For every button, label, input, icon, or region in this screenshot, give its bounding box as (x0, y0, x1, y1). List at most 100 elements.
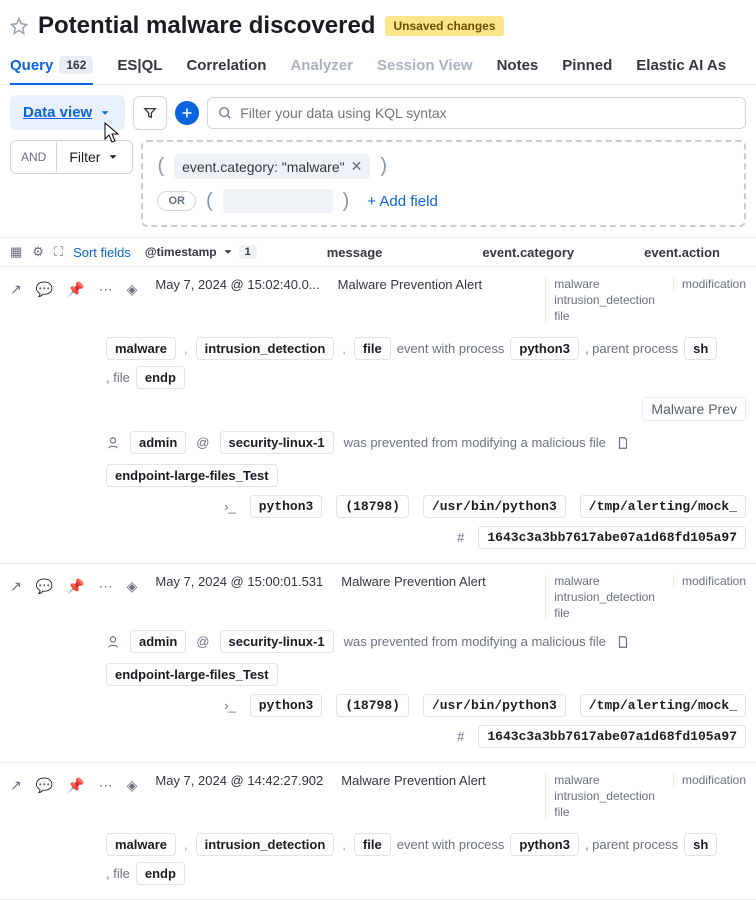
paren-open: ( (206, 190, 213, 213)
tag-pill[interactable]: intrusion_detection (196, 833, 335, 856)
tab-analyzer[interactable]: Analyzer (290, 48, 353, 84)
parent-process-pill[interactable]: sh (684, 337, 717, 360)
tab-query[interactable]: Query 162 (10, 48, 93, 84)
cat-value: intrusion_detection (554, 789, 655, 803)
tab-label: Query (10, 57, 53, 74)
funnel-icon (143, 106, 157, 120)
expand-icon[interactable]: ↗ (10, 281, 22, 298)
filename-pill[interactable]: endpoint-large-files_Test (106, 464, 278, 487)
user-pill[interactable]: admin (130, 630, 186, 653)
tab-elastic-ai[interactable]: Elastic AI As (636, 48, 726, 84)
event-action: modification (673, 574, 746, 588)
tab-esql[interactable]: ES|QL (117, 48, 162, 84)
favorite-star-icon[interactable] (10, 17, 28, 35)
sort-fields-link[interactable]: Sort fields (73, 245, 131, 260)
user-icon (106, 635, 120, 649)
filter-dropdown[interactable]: Filter (57, 141, 132, 173)
cube-icon[interactable]: ◈ (127, 578, 138, 595)
pid-pill[interactable]: (18798) (336, 495, 409, 518)
expand-icon[interactable]: ↗ (10, 777, 22, 794)
event-timestamp: May 7, 2024 @ 15:02:40.0... (155, 277, 319, 292)
col-timestamp[interactable]: @timestamp (145, 245, 217, 259)
fullscreen-icon[interactable]: ⛶ (54, 244, 63, 260)
cube-icon[interactable]: ◈ (127, 281, 138, 298)
or-badge[interactable]: OR (157, 191, 196, 211)
terminal-icon: ›_ (224, 499, 236, 514)
more-icon[interactable]: ⋯ (99, 777, 113, 794)
terminal-icon: ›_ (224, 698, 236, 713)
parent-label: , parent process (585, 341, 678, 356)
expand-icon[interactable]: ↗ (10, 578, 22, 595)
col-message[interactable]: message (327, 245, 383, 260)
at-symbol: @ (196, 435, 209, 450)
tab-correlation[interactable]: Correlation (186, 48, 266, 84)
tag-pill[interactable]: malware (106, 337, 176, 360)
process-pill[interactable]: python3 (510, 833, 579, 856)
filename-pill[interactable]: endpoint-large-files_Test (106, 663, 278, 686)
query-builder-box: ( event.category: "malware" ✕ ) OR ( ) +… (141, 140, 746, 227)
columns-icon[interactable]: ▦ (10, 244, 22, 260)
tag-pill[interactable]: file (354, 833, 391, 856)
malware-prev-pill[interactable]: Malware Prev (642, 397, 746, 421)
page-title: Potential malware discovered (38, 12, 375, 40)
tag-pill[interactable]: intrusion_detection (196, 337, 335, 360)
filter-funnel-button[interactable] (133, 96, 167, 130)
search-icon (218, 106, 232, 120)
argpath-pill[interactable]: /tmp/alerting/mock_ (580, 495, 746, 518)
hash-pill[interactable]: 1643c3a3bb7617abe07a1d68fd105a97 (478, 526, 746, 549)
file-pill[interactable]: endp (136, 862, 185, 885)
event-timestamp: May 7, 2024 @ 14:42:27.902 (155, 773, 323, 788)
proc-pill[interactable]: python3 (250, 694, 323, 717)
argpath-pill[interactable]: /tmp/alerting/mock_ (580, 694, 746, 717)
col-event-category[interactable]: event.category (482, 245, 574, 260)
user-pill[interactable]: admin (130, 431, 186, 454)
cube-icon[interactable]: ◈ (127, 777, 138, 794)
table-header: ▦ ⚙ ⛶ Sort fields @timestamp 1 message e… (0, 237, 756, 267)
file-icon (616, 436, 630, 450)
host-pill[interactable]: security-linux-1 (220, 431, 334, 454)
at-symbol: @ (196, 634, 209, 649)
data-view-button[interactable]: Data view (10, 95, 125, 130)
tab-pinned[interactable]: Pinned (562, 48, 612, 84)
proc-pill[interactable]: python3 (250, 495, 323, 518)
kql-search-box[interactable] (207, 97, 746, 129)
event-action: modification (673, 773, 746, 787)
hash-pill[interactable]: 1643c3a3bb7617abe07a1d68fd105a97 (478, 725, 746, 748)
comment-icon[interactable]: 💬 (36, 281, 53, 298)
tag-pill[interactable]: file (354, 337, 391, 360)
col-event-action[interactable]: event.action (644, 245, 720, 260)
chevron-down-icon (98, 106, 112, 120)
remove-chip-icon[interactable]: ✕ (351, 158, 363, 175)
settings-gear-icon[interactable]: ⚙ (32, 244, 44, 260)
comment-icon[interactable]: 💬 (36, 578, 53, 595)
paren-close: ) (380, 155, 387, 178)
pid-pill[interactable]: (18798) (336, 694, 409, 717)
kql-input[interactable] (240, 105, 735, 121)
more-icon[interactable]: ⋯ (99, 578, 113, 595)
tag-pill[interactable]: malware (106, 833, 176, 856)
pin-icon[interactable]: 📌 (67, 578, 84, 595)
event-message: Malware Prevention Alert (341, 773, 486, 788)
prevented-text: was prevented from modifying a malicious… (344, 634, 606, 649)
filter-chip-event-category[interactable]: event.category: "malware" ✕ (174, 154, 370, 179)
pin-icon[interactable]: 📌 (67, 281, 84, 298)
tab-notes[interactable]: Notes (497, 48, 539, 84)
cat-value: file (554, 805, 655, 819)
host-pill[interactable]: security-linux-1 (220, 630, 334, 653)
file-pill[interactable]: endp (136, 366, 185, 389)
pin-icon[interactable]: 📌 (67, 777, 84, 794)
add-button[interactable] (175, 101, 199, 125)
tab-session-view[interactable]: Session View (377, 48, 473, 84)
empty-filter-slot[interactable] (223, 189, 333, 213)
parent-process-pill[interactable]: sh (684, 833, 717, 856)
cat-value: intrusion_detection (554, 293, 655, 307)
comment-icon[interactable]: 💬 (36, 777, 53, 794)
add-field-link[interactable]: + Add field (367, 193, 437, 210)
file-label: , file (106, 866, 130, 881)
path-pill[interactable]: /usr/bin/python3 (423, 495, 566, 518)
event-action: modification (673, 277, 746, 291)
path-pill[interactable]: /usr/bin/python3 (423, 694, 566, 717)
process-pill[interactable]: python3 (510, 337, 579, 360)
more-icon[interactable]: ⋯ (99, 281, 113, 298)
hash-icon: # (457, 530, 464, 545)
